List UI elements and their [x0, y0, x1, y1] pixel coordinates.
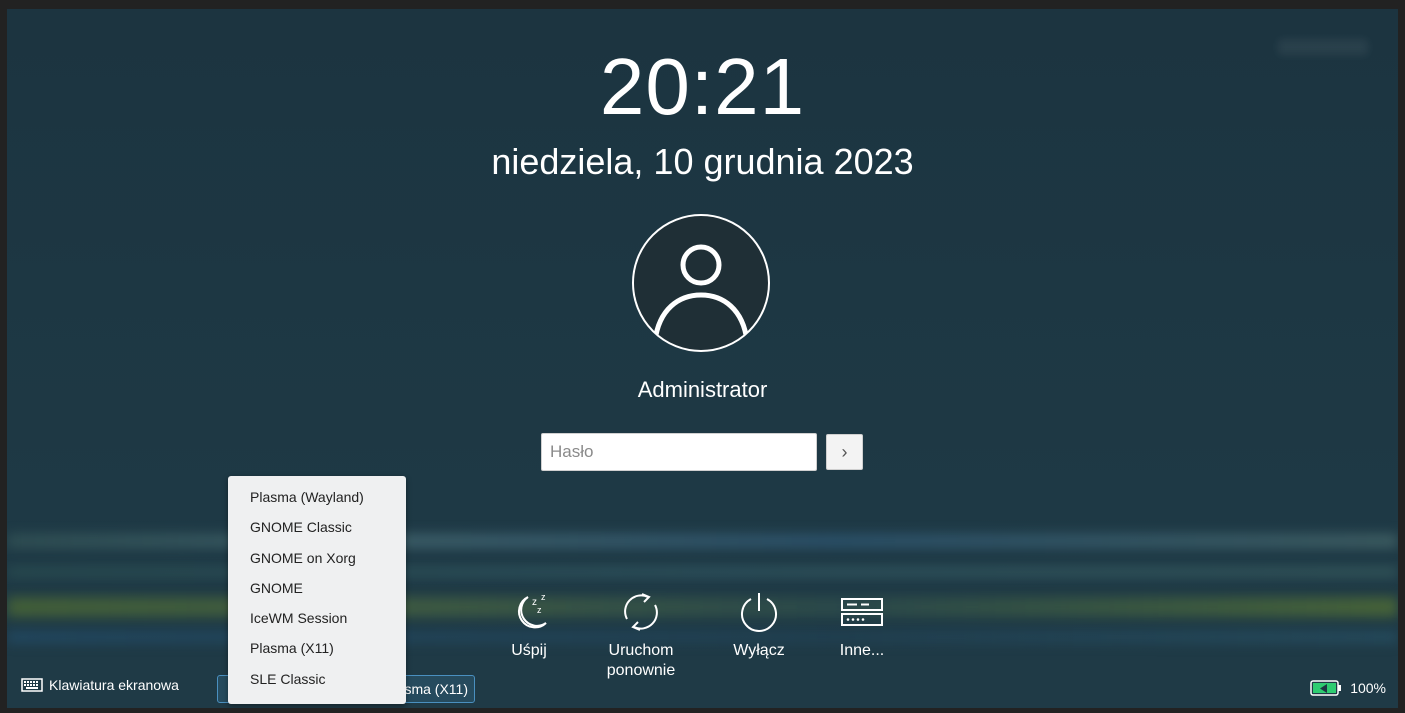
restart-label: Uruchom ponownie [606, 642, 676, 679]
sleep-label: Uśpij [511, 642, 547, 659]
session-option[interactable]: GNOME on Xorg [228, 543, 406, 573]
restart-icon [624, 593, 658, 631]
session-option[interactable]: IceWM Session [228, 603, 406, 633]
battery-indicator[interactable]: 100% [1310, 679, 1386, 697]
session-option[interactable]: SLE Classic [228, 664, 406, 694]
shutdown-button[interactable]: Wyłącz [709, 589, 809, 661]
chevron-right-icon: › [841, 441, 848, 462]
power-icon [741, 593, 777, 632]
keyboard-icon [21, 678, 43, 692]
clock-date: niedziela, 10 grudnia 2023 [491, 141, 914, 182]
battery-percent: 100% [1350, 680, 1386, 696]
username-label: Administrator [637, 377, 768, 402]
other-sessions-icon [841, 598, 883, 626]
session-option[interactable]: GNOME [228, 573, 406, 603]
session-option[interactable]: Plasma (Wayland) [228, 482, 406, 512]
session-option[interactable]: Plasma (X11) [228, 633, 406, 663]
lock-screen: 20:21 niedziela, 10 grudnia 2023 Adminis… [7, 9, 1398, 708]
wallpaper-stripe [7, 631, 1398, 643]
wallpaper-stripe [7, 567, 1398, 577]
session-option[interactable]: GNOME Classic [228, 512, 406, 542]
user-avatar-icon[interactable] [631, 213, 771, 353]
wallpaper-stripe [7, 597, 1398, 617]
other-button[interactable]: Inne... [812, 589, 912, 661]
password-field[interactable] [541, 433, 817, 471]
other-label: Inne... [839, 642, 885, 659]
wallpaper-stripe [7, 534, 1398, 548]
sleep-icon: z z z [518, 592, 547, 629]
clock-time: 20:21 [599, 42, 806, 131]
login-button[interactable]: › [826, 434, 863, 470]
virtual-keyboard-label: Klawiatura ekranowa [49, 677, 179, 693]
sleep-button[interactable]: z z z Uśpij [479, 589, 579, 661]
restart-button[interactable]: Uruchom ponownie [591, 589, 691, 681]
virtual-keyboard-button[interactable]: Klawiatura ekranowa [21, 677, 179, 693]
svg-text:z: z [537, 605, 542, 615]
svg-text:z: z [541, 592, 546, 602]
shutdown-label: Wyłącz [733, 642, 785, 659]
battery-charging-icon [1310, 680, 1342, 696]
session-menu: Plasma (Wayland) GNOME Classic GNOME on … [228, 476, 406, 704]
